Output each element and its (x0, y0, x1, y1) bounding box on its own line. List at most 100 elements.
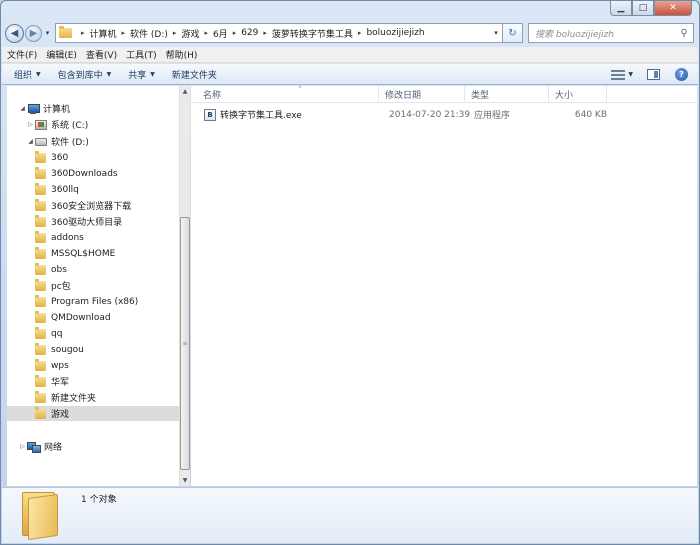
folder-icon (35, 374, 46, 387)
tree-drive-c[interactable]: ▷ 系统 (C:) (26, 117, 198, 132)
breadcrumb-arrow-icon[interactable]: ▸ (204, 29, 208, 37)
new-folder-label: 新建文件夹 (171, 70, 217, 81)
breadcrumb-june[interactable]: 6月 (213, 27, 228, 40)
tree-folder[interactable]: 360llq (7, 182, 179, 197)
search-icon[interactable]: ⚲ (675, 28, 693, 39)
tree-folder[interactable]: 360Downloads (7, 166, 179, 181)
collapse-icon[interactable]: ◢ (26, 138, 35, 145)
tree-label: obs (51, 264, 67, 275)
tree-computer[interactable]: ◢ 计算机 (18, 101, 190, 116)
breadcrumb-games[interactable]: 游戏 (181, 27, 199, 40)
expand-icon[interactable]: ▷ (26, 121, 35, 128)
menu-file[interactable]: 文件(F) (7, 48, 37, 61)
breadcrumb-current[interactable]: boluozijiejizh (366, 28, 424, 38)
collapse-icon[interactable]: ◢ (18, 105, 27, 112)
breadcrumb-arrow-icon[interactable]: ▸ (173, 29, 177, 37)
back-arrow-icon: ◀ (10, 27, 19, 39)
tree-label: qq (51, 328, 63, 339)
tree-folder[interactable]: 360 (7, 150, 179, 165)
tree-label: Program Files (x86) (51, 296, 139, 307)
tree-folder[interactable]: 华军 (7, 374, 179, 389)
preview-pane-icon[interactable] (647, 69, 660, 80)
tree-folder-selected[interactable]: 游戏 (7, 406, 179, 421)
include-in-library-button[interactable]: 包含到库中 ▼ (58, 68, 112, 81)
menu-help[interactable]: 帮助(H) (166, 48, 198, 61)
scroll-up-arrow-icon[interactable]: ▲ (180, 86, 190, 97)
organize-button[interactable]: 组织 ▼ (14, 68, 41, 81)
chevron-down-icon: ▾ (494, 29, 498, 37)
tree-label: 360驱动大师目录 (51, 218, 123, 228)
tree-folder[interactable]: 360驱动大师目录 (7, 214, 179, 229)
chevron-down-icon[interactable]: ▼ (628, 71, 633, 78)
include-label: 包含到库中 (57, 70, 103, 81)
tree-folder[interactable]: pc包 (7, 278, 179, 293)
tree-label: 华军 (51, 378, 70, 388)
breadcrumb-arrow-icon[interactable]: ▸ (233, 29, 237, 37)
forward-button[interactable]: ▶ (25, 24, 42, 42)
file-name: 转换字节集工具.exe (220, 111, 302, 121)
tree-label: addons (51, 232, 84, 243)
folder-icon (35, 358, 46, 371)
breadcrumb-arrow-icon[interactable]: ▸ (81, 29, 85, 37)
tree-folder[interactable]: 360安全浏览器下载 (7, 198, 179, 213)
column-name[interactable]: 名称 ⌃ (197, 85, 379, 103)
navigation-scrollbar[interactable]: ▲ ≡ ▼ (179, 86, 190, 486)
minimize-button[interactable]: ▁ (610, 1, 632, 16)
close-button[interactable]: ✕ (654, 1, 692, 16)
tree-drive-d[interactable]: ◢ 软件 (D:) (26, 134, 198, 149)
new-folder-button[interactable]: 新建文件夹 (172, 68, 217, 81)
tree-folder[interactable]: MSSQL$HOME (7, 246, 179, 261)
folder-icon (35, 406, 46, 419)
chevron-down-icon: ▼ (150, 70, 155, 78)
breadcrumb-629[interactable]: 629 (241, 28, 258, 38)
tree-folder[interactable]: QMDownload (7, 310, 179, 325)
folder-icon (35, 390, 46, 403)
organize-label: 组织 (14, 70, 33, 81)
chevron-down-icon: ▾ (45, 29, 50, 37)
address-history-button[interactable]: ▾ (490, 29, 502, 37)
menu-bar: 文件(F) 编辑(E) 查看(V) 工具(T) 帮助(H) (2, 47, 698, 63)
back-button[interactable]: ◀ (5, 23, 24, 43)
column-date[interactable]: 修改日期 (379, 86, 465, 103)
breadcrumb-computer[interactable]: 计算机 (90, 27, 117, 40)
expand-icon[interactable]: ▷ (18, 443, 27, 450)
breadcrumb-drive-d[interactable]: 软件 (D:) (130, 27, 168, 40)
tree-folder[interactable]: obs (7, 262, 179, 277)
maximize-button[interactable]: □ (632, 1, 654, 16)
address-bar[interactable]: ▸ 计算机 ▸ 软件 (D:) ▸ 游戏 ▸ 6月 ▸ 629 ▸ 菠萝转换字节… (55, 23, 503, 43)
tree-folder[interactable]: Program Files (x86) (7, 294, 179, 309)
menu-view[interactable]: 查看(V) (86, 48, 117, 61)
minimize-icon: ▁ (617, 2, 625, 13)
folder-icon (35, 294, 46, 307)
tree-folder[interactable]: 新建文件夹 (7, 390, 179, 405)
column-type[interactable]: 类型 (465, 86, 549, 103)
menu-tools[interactable]: 工具(T) (126, 48, 157, 61)
refresh-button[interactable]: ↻ (503, 23, 523, 43)
tree-folder[interactable]: wps (7, 358, 179, 373)
view-mode-icon[interactable] (611, 69, 626, 80)
column-label: 大小 (555, 91, 574, 101)
tree-folder[interactable]: sougou (7, 342, 179, 357)
breadcrumb-arrow-icon[interactable]: ▸ (122, 29, 126, 37)
recent-pages-button[interactable]: ▾ (43, 29, 52, 37)
scroll-down-arrow-icon[interactable]: ▼ (180, 475, 190, 486)
share-button[interactable]: 共享 ▼ (128, 68, 155, 81)
breadcrumb-tool-folder[interactable]: 菠萝转换字节集工具 (272, 27, 353, 40)
tree-label: 系统 (C:) (51, 121, 89, 131)
tree-folder[interactable]: addons (7, 230, 179, 245)
tree-label: sougou (51, 344, 84, 355)
breadcrumb-arrow-icon[interactable]: ▸ (358, 29, 362, 37)
file-row[interactable]: B 转换字节集工具.exe 2014-07-20 21:39 应用程序 640 … (199, 106, 609, 123)
folder-icon (59, 26, 72, 38)
tree-folder[interactable]: qq (7, 326, 179, 341)
navigation-row: ◀ ▶ ▾ ▸ 计算机 ▸ 软件 (D:) ▸ 游戏 ▸ 6月 ▸ 629 ▸ … (5, 22, 695, 44)
column-size[interactable]: 大小 (549, 86, 607, 103)
help-icon[interactable]: ? (675, 68, 688, 81)
menu-edit[interactable]: 编辑(E) (46, 48, 77, 61)
folder-icon (35, 166, 46, 179)
breadcrumb-arrow-icon[interactable]: ▸ (263, 29, 267, 37)
scrollbar-thumb[interactable]: ≡ (180, 217, 190, 470)
navigation-pane: ◢ 计算机 ▷ 系统 (C:) ◢ 软件 (D:) 360 360Downloa… (7, 86, 179, 486)
search-input[interactable]: 搜索 boluozijiejizh ⚲ (528, 23, 694, 43)
tree-network[interactable]: ▷ 网络 (18, 439, 190, 454)
